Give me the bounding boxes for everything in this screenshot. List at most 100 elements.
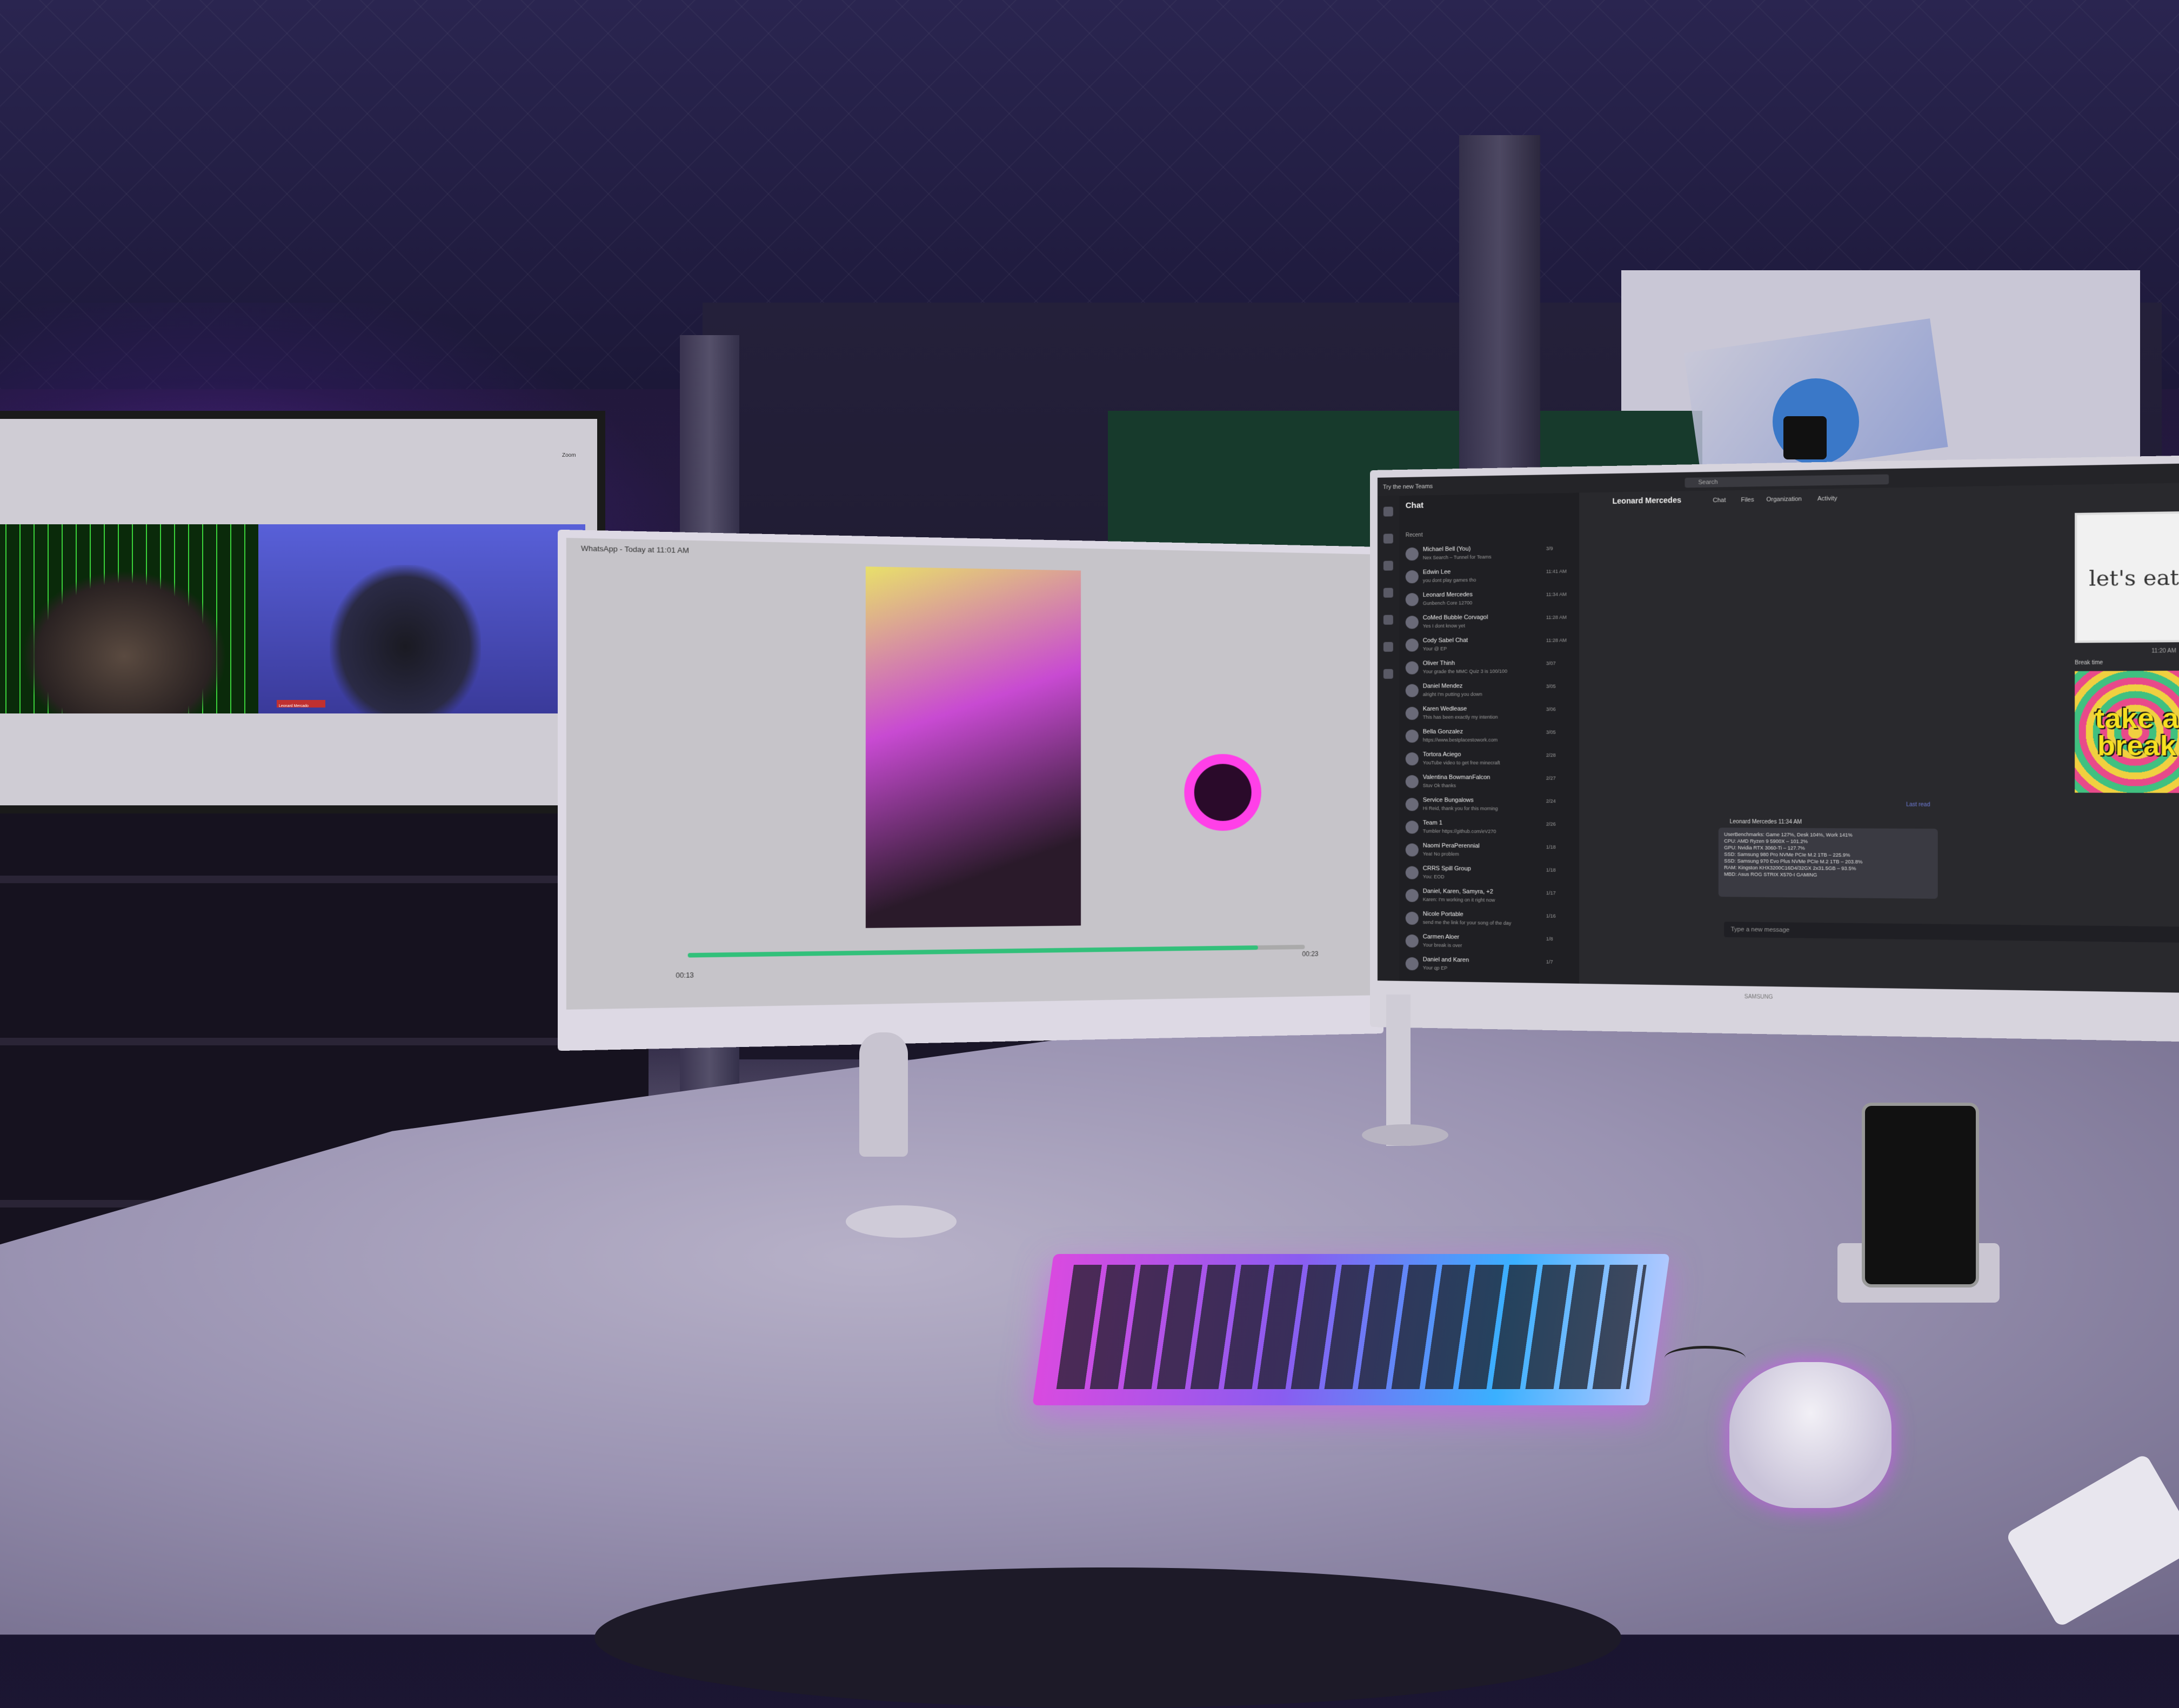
chat-list-header: Chat: [1405, 501, 1424, 510]
call-participant: [330, 565, 481, 713]
avatar: [1405, 547, 1419, 561]
avatar: [1405, 775, 1419, 789]
chat-list-item[interactable]: Daniel and Karen Your qp EP 1/7: [1403, 954, 1575, 979]
app-rail: [1377, 496, 1399, 981]
chat-name: Nicole Portable: [1422, 911, 1463, 918]
tab-organization[interactable]: Organization: [1766, 496, 1801, 503]
chat-time: 1/18: [1546, 844, 1556, 850]
chat-time: 1/7: [1546, 959, 1553, 965]
chat-preview: This has been exactly my intention: [1422, 714, 1498, 720]
window-title: WhatsApp - Today at 11:01 AM: [581, 544, 689, 555]
chat-time: 3/05: [1546, 729, 1556, 735]
chat-preview: YouTube video to get free minecraft: [1422, 760, 1500, 766]
calendar-icon[interactable]: [1383, 588, 1393, 598]
avatar: [1405, 911, 1419, 925]
chat-list-item[interactable]: Daniel, Karen, Samyra, +2 Karen: I'm work…: [1403, 886, 1575, 910]
chat-name: Naomi PeraPerennial: [1422, 842, 1480, 850]
chat-preview: Karen: I'm working on it right now: [1422, 896, 1495, 903]
avatar: [1405, 570, 1419, 584]
chat-time: 11:28 AM: [1546, 614, 1567, 621]
chat-list-item[interactable]: Karen Wedlease This has been exactly my i…: [1403, 703, 1575, 726]
tab-activity[interactable]: Activity: [1817, 495, 1837, 502]
chat-time: 2/26: [1546, 821, 1556, 827]
chat-name: Karen Wedlease: [1422, 705, 1467, 712]
avatar: [1405, 752, 1419, 766]
chat-list-item[interactable]: Leonard Mercedes Gunbench Core 12700 11:34…: [1403, 588, 1575, 612]
apps-icon[interactable]: [1383, 669, 1393, 679]
chat-list-item[interactable]: Nicole Portable send me the link for your…: [1403, 909, 1575, 933]
chat-list-item[interactable]: Valentina BowmanFalcon Stuv Ok thanks 2/27: [1403, 772, 1575, 795]
chat-preview: Hi Reid, thank you for this morning: [1422, 805, 1498, 811]
sticker-text: let's eat: [2089, 565, 2179, 591]
avatar: [1405, 729, 1419, 743]
microphone-base: [846, 1205, 957, 1238]
participant-name: Leonard Mercado: [279, 704, 309, 708]
chat-list-item[interactable]: Cody Sabel Chat Your @ EP 11:28 AM: [1403, 634, 1575, 658]
chat-list-item[interactable]: Carmen Aloer Your break is over 1/8: [1403, 931, 1575, 956]
chat-time: 11:41 AM: [1546, 568, 1567, 575]
chat-icon[interactable]: [1383, 533, 1393, 544]
chat-preview: Your grade the MMC Quiz 3 is 100/100: [1422, 668, 1508, 675]
chat-time: 3/9: [1546, 545, 1553, 551]
chat-name: Team 1: [1422, 819, 1442, 826]
chat-time: 1/8: [1546, 936, 1553, 942]
elapsed-time: 00:13: [676, 971, 694, 980]
chat-name: Oliver Thinh: [1422, 660, 1455, 667]
webcam: [1783, 416, 1827, 459]
avatar: [1405, 593, 1419, 606]
chat-name: Cody Sabel Chat: [1422, 637, 1468, 644]
chat-preview: Yes I dont know yet: [1422, 623, 1465, 629]
tab-files[interactable]: Files: [1741, 497, 1754, 504]
desk-cutout: [594, 1567, 1621, 1708]
chat-list-item[interactable]: Daniel Mendez alright I'm putting you dow…: [1403, 680, 1575, 703]
chat-list: Chat Recent Michael Bell (You) Nex Search…: [1399, 492, 1580, 984]
teams-icon[interactable]: [1383, 561, 1393, 571]
chat-list-item[interactable]: CRRS Spill Group You: EOD 1/18: [1403, 863, 1575, 887]
chat-time: 2/24: [1546, 798, 1556, 804]
avatar: [1405, 889, 1419, 902]
chat-name: Valentina BowmanFalcon: [1422, 774, 1490, 781]
calls-icon[interactable]: [1383, 615, 1393, 625]
avatar: [1405, 843, 1419, 857]
chat-preview: Nex Search – Tunnel for Teams: [1422, 554, 1492, 561]
call-participant: [22, 570, 227, 713]
compose-box[interactable]: Type a new message: [1724, 922, 2179, 943]
avatar: [1405, 684, 1419, 697]
phone: [1862, 1103, 1979, 1287]
chat-list-item[interactable]: Bella Gonzalez https://www.bestplacestowo…: [1403, 726, 1575, 749]
sticker-header: Break time: [2075, 659, 2103, 666]
chat-list-item[interactable]: CoMed Bubble Corvagol Yes I dont know yet…: [1403, 611, 1575, 636]
chat-list-item[interactable]: Oliver Thinh Your grade the MMC Quiz 3 is…: [1403, 657, 1575, 681]
avatar: [1405, 866, 1419, 879]
chat-name: Service Bungalows: [1422, 797, 1474, 804]
files-icon[interactable]: [1383, 642, 1393, 652]
rgb-keyboard: [1032, 1254, 1670, 1405]
avatar: [1405, 706, 1419, 720]
avatar: [1405, 661, 1419, 675]
chat-list-item[interactable]: Service Bungalows Hi Reid, thank you for …: [1403, 795, 1575, 818]
chat-list-item[interactable]: Team 1 Tumbler https://github.com/eV270 2/…: [1403, 817, 1575, 841]
chat-time: 1/17: [1546, 890, 1556, 896]
chat-name: Daniel and Karen: [1422, 956, 1469, 964]
tab-chat[interactable]: Chat: [1713, 497, 1726, 504]
try-new-teams-toggle[interactable]: Try the new Teams: [1383, 483, 1433, 491]
chat-list-item[interactable]: Michael Bell (You) Nex Search – Tunnel fo…: [1403, 542, 1575, 567]
chat-name: CRRS Spill Group: [1422, 865, 1471, 872]
avatar: [1405, 934, 1419, 948]
chat-name: Daniel, Karen, Samyra, +2: [1422, 888, 1493, 896]
chat-preview: Yea! No problem: [1422, 851, 1459, 857]
chat-name: Edwin Lee: [1422, 569, 1451, 576]
left-monitor: WhatsApp - Today at 11:01 AM 00:13 00:23: [557, 529, 1383, 1051]
shelf-board: [0, 1038, 649, 1045]
chat-list-item[interactable]: Tortora Aciego YouTube video to get free …: [1403, 749, 1575, 772]
chat-list-item[interactable]: Naomi PeraPerennial Yea! No problem 1/18: [1403, 840, 1575, 864]
rgb-fan: [1184, 753, 1261, 831]
video-progress-bar[interactable]: [687, 944, 1305, 958]
search-input[interactable]: Search: [1685, 474, 1889, 488]
chat-preview: Your break is over: [1422, 942, 1462, 949]
monitor-arm-post: [1386, 995, 1411, 1146]
chat-list-item[interactable]: Edwin Lee you dont play games tho 11:41 AM: [1403, 565, 1575, 590]
activity-icon[interactable]: [1383, 506, 1393, 517]
chat-preview: https://www.bestplacestowork.com: [1422, 737, 1498, 743]
chat-time: 11:34 AM: [1546, 591, 1567, 597]
